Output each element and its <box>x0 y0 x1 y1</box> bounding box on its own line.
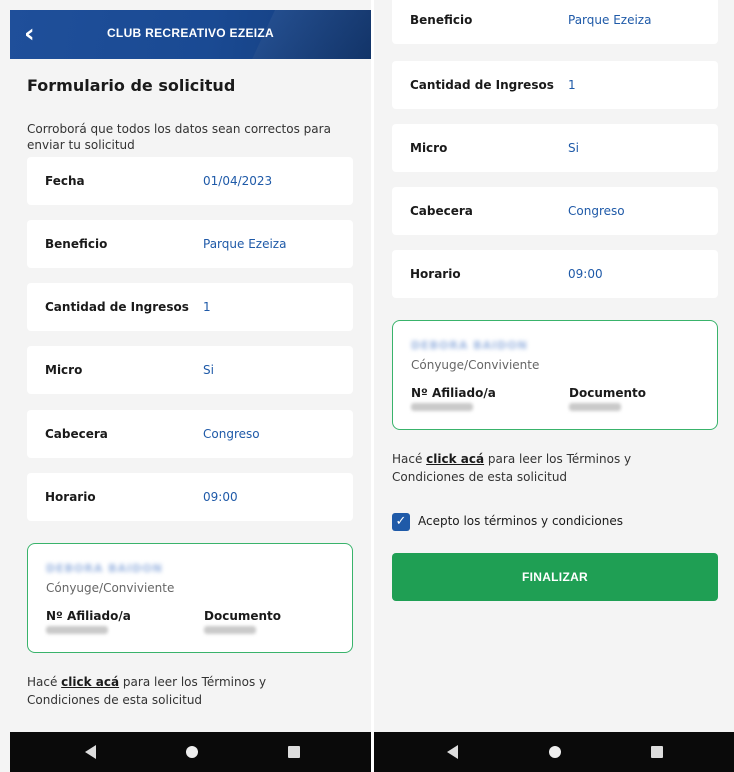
row-label: Cabecera <box>410 204 473 218</box>
row-value: 09:00 <box>203 490 238 504</box>
nav-recent-icon[interactable] <box>288 746 300 758</box>
affiliate-label: Nº Afiliado/a <box>411 386 496 400</box>
terms-text: Hacé click acá para leer los Términos y … <box>27 673 337 709</box>
row-label: Fecha <box>45 174 85 188</box>
row-cabecera: Cabecera Congreso <box>392 187 718 235</box>
document-value-redacted <box>204 626 256 634</box>
intro-text: Corroborá que todos los datos sean corre… <box>27 122 331 152</box>
row-value: Parque Ezeiza <box>568 13 652 27</box>
finalize-button[interactable]: FINALIZAR <box>392 553 718 601</box>
row-micro: Micro Si <box>392 124 718 172</box>
terms-text: Hacé click acá para leer los Términos y … <box>392 450 702 486</box>
app-header: ‹ CLUB RECREATIVO EZEIZA <box>10 10 371 59</box>
row-beneficio: Beneficio Parque Ezeiza <box>27 220 353 268</box>
row-horario: Horario 09:00 <box>392 250 718 298</box>
screen-left: ‹ CLUB RECREATIVO EZEIZA Formulario de s… <box>0 0 371 772</box>
member-card: DEBORA BAIDON Cónyuge/Conviviente Nº Afi… <box>27 543 353 653</box>
nav-home-icon[interactable] <box>549 746 561 758</box>
row-label: Cantidad de Ingresos <box>45 300 189 314</box>
nav-back-icon[interactable] <box>85 745 96 759</box>
row-horario: Horario 09:00 <box>27 473 353 521</box>
row-value: Congreso <box>568 204 625 218</box>
row-cantidad-ingresos: Cantidad de Ingresos 1 <box>27 283 353 331</box>
terms-link[interactable]: click acá <box>61 675 119 689</box>
nav-recent-icon[interactable] <box>651 746 663 758</box>
row-value: 1 <box>203 300 211 314</box>
row-label: Horario <box>45 490 96 504</box>
row-micro: Micro Si <box>27 346 353 394</box>
row-value: Parque Ezeiza <box>203 237 287 251</box>
member-relation: Cónyuge/Conviviente <box>411 358 540 372</box>
row-value: Si <box>203 363 214 377</box>
row-beneficio: Beneficio Parque Ezeiza <box>392 0 718 44</box>
member-card: DEBORA BAIDON Cónyuge/Conviviente Nº Afi… <box>392 320 718 430</box>
document-label: Documento <box>204 609 282 623</box>
row-cabecera: Cabecera Congreso <box>27 410 353 458</box>
screen-right: Beneficio Parque Ezeiza Cantidad de Ingr… <box>374 0 734 772</box>
row-cantidad-ingresos: Cantidad de Ingresos 1 <box>392 61 718 109</box>
nav-home-icon[interactable] <box>186 746 198 758</box>
row-value: 09:00 <box>568 267 603 281</box>
row-value: 01/04/2023 <box>203 174 273 188</box>
terms-prefix: Hacé <box>392 452 427 466</box>
row-label: Beneficio <box>410 13 473 27</box>
row-value: Si <box>568 141 579 155</box>
row-label: Beneficio <box>45 237 108 251</box>
document-label: Documento <box>569 386 647 400</box>
affiliate-label: Nº Afiliado/a <box>46 609 131 623</box>
member-name: DEBORA BAIDON <box>411 339 528 352</box>
android-nav-bar <box>10 732 371 772</box>
header-title: CLUB RECREATIVO EZEIZA <box>106 26 275 40</box>
member-name: DEBORA BAIDON <box>46 562 163 575</box>
checkbox-checked-icon[interactable]: ✓ <box>392 513 410 531</box>
affiliate-value-redacted <box>411 403 473 411</box>
row-label: Cantidad de Ingresos <box>410 78 554 92</box>
document-value-redacted <box>569 403 621 411</box>
page-title: Formulario de solicitud <box>27 76 236 95</box>
terms-link[interactable]: click acá <box>426 452 484 466</box>
row-label: Cabecera <box>45 427 108 441</box>
row-value: 1 <box>568 78 576 92</box>
nav-back-icon[interactable] <box>447 745 458 759</box>
row-fecha: Fecha 01/04/2023 <box>27 157 353 205</box>
row-label: Horario <box>410 267 461 281</box>
row-label: Micro <box>45 363 83 377</box>
row-value: Congreso <box>203 427 260 441</box>
terms-prefix: Hacé <box>27 675 62 689</box>
row-label: Micro <box>410 141 448 155</box>
accept-terms-label: Acepto los términos y condiciones <box>418 514 623 528</box>
android-nav-bar <box>374 732 734 772</box>
member-relation: Cónyuge/Conviviente <box>46 581 175 595</box>
affiliate-value-redacted <box>46 626 108 634</box>
